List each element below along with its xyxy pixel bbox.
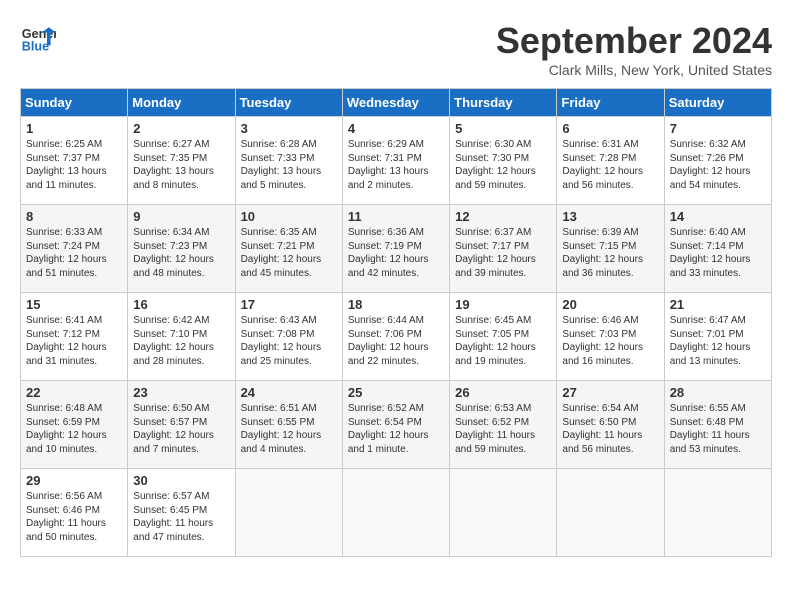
table-row: 12 Sunrise: 6:37 AMSunset: 7:17 PMDaylig… (450, 205, 557, 293)
title-area: September 2024 Clark Mills, New York, Un… (496, 20, 772, 78)
table-row: 18 Sunrise: 6:44 AMSunset: 7:06 PMDaylig… (342, 293, 449, 381)
table-row: 9 Sunrise: 6:34 AMSunset: 7:23 PMDayligh… (128, 205, 235, 293)
table-row: 7 Sunrise: 6:32 AMSunset: 7:26 PMDayligh… (664, 117, 771, 205)
table-row: 3 Sunrise: 6:28 AMSunset: 7:33 PMDayligh… (235, 117, 342, 205)
table-row (450, 469, 557, 557)
table-row: 11 Sunrise: 6:36 AMSunset: 7:19 PMDaylig… (342, 205, 449, 293)
month-title: September 2024 (496, 20, 772, 62)
table-row: 5 Sunrise: 6:30 AMSunset: 7:30 PMDayligh… (450, 117, 557, 205)
header-monday: Monday (128, 89, 235, 117)
table-row: 17 Sunrise: 6:43 AMSunset: 7:08 PMDaylig… (235, 293, 342, 381)
table-row: 26 Sunrise: 6:53 AMSunset: 6:52 PMDaylig… (450, 381, 557, 469)
table-row: 8 Sunrise: 6:33 AMSunset: 7:24 PMDayligh… (21, 205, 128, 293)
logo-icon: General Blue (20, 20, 56, 56)
week-row-1: 1 Sunrise: 6:25 AMSunset: 7:37 PMDayligh… (21, 117, 772, 205)
table-row: 22 Sunrise: 6:48 AMSunset: 6:59 PMDaylig… (21, 381, 128, 469)
week-row-5: 29 Sunrise: 6:56 AMSunset: 6:46 PMDaylig… (21, 469, 772, 557)
calendar-table: Sunday Monday Tuesday Wednesday Thursday… (20, 88, 772, 557)
table-row: 21 Sunrise: 6:47 AMSunset: 7:01 PMDaylig… (664, 293, 771, 381)
table-row: 27 Sunrise: 6:54 AMSunset: 6:50 PMDaylig… (557, 381, 664, 469)
header-tuesday: Tuesday (235, 89, 342, 117)
table-row: 16 Sunrise: 6:42 AMSunset: 7:10 PMDaylig… (128, 293, 235, 381)
table-row: 24 Sunrise: 6:51 AMSunset: 6:55 PMDaylig… (235, 381, 342, 469)
header-wednesday: Wednesday (342, 89, 449, 117)
table-row: 30 Sunrise: 6:57 AMSunset: 6:45 PMDaylig… (128, 469, 235, 557)
table-row (235, 469, 342, 557)
table-row: 2 Sunrise: 6:27 AMSunset: 7:35 PMDayligh… (128, 117, 235, 205)
table-row: 29 Sunrise: 6:56 AMSunset: 6:46 PMDaylig… (21, 469, 128, 557)
week-row-2: 8 Sunrise: 6:33 AMSunset: 7:24 PMDayligh… (21, 205, 772, 293)
table-row (664, 469, 771, 557)
location-title: Clark Mills, New York, United States (496, 62, 772, 78)
table-row: 15 Sunrise: 6:41 AMSunset: 7:12 PMDaylig… (21, 293, 128, 381)
header-friday: Friday (557, 89, 664, 117)
table-row: 10 Sunrise: 6:35 AMSunset: 7:21 PMDaylig… (235, 205, 342, 293)
header-thursday: Thursday (450, 89, 557, 117)
table-row: 4 Sunrise: 6:29 AMSunset: 7:31 PMDayligh… (342, 117, 449, 205)
table-row: 13 Sunrise: 6:39 AMSunset: 7:15 PMDaylig… (557, 205, 664, 293)
header-saturday: Saturday (664, 89, 771, 117)
table-row: 23 Sunrise: 6:50 AMSunset: 6:57 PMDaylig… (128, 381, 235, 469)
logo: General Blue (20, 20, 56, 56)
header-sunday: Sunday (21, 89, 128, 117)
days-header-row: Sunday Monday Tuesday Wednesday Thursday… (21, 89, 772, 117)
page-header: General Blue September 2024 Clark Mills,… (20, 20, 772, 78)
table-row: 14 Sunrise: 6:40 AMSunset: 7:14 PMDaylig… (664, 205, 771, 293)
table-row (342, 469, 449, 557)
table-row: 28 Sunrise: 6:55 AMSunset: 6:48 PMDaylig… (664, 381, 771, 469)
table-row: 6 Sunrise: 6:31 AMSunset: 7:28 PMDayligh… (557, 117, 664, 205)
table-row: 20 Sunrise: 6:46 AMSunset: 7:03 PMDaylig… (557, 293, 664, 381)
week-row-3: 15 Sunrise: 6:41 AMSunset: 7:12 PMDaylig… (21, 293, 772, 381)
day-1: 1 Sunrise: 6:25 AMSunset: 7:37 PMDayligh… (21, 117, 128, 205)
table-row: 19 Sunrise: 6:45 AMSunset: 7:05 PMDaylig… (450, 293, 557, 381)
table-row: 25 Sunrise: 6:52 AMSunset: 6:54 PMDaylig… (342, 381, 449, 469)
table-row (557, 469, 664, 557)
svg-text:Blue: Blue (22, 40, 49, 54)
week-row-4: 22 Sunrise: 6:48 AMSunset: 6:59 PMDaylig… (21, 381, 772, 469)
